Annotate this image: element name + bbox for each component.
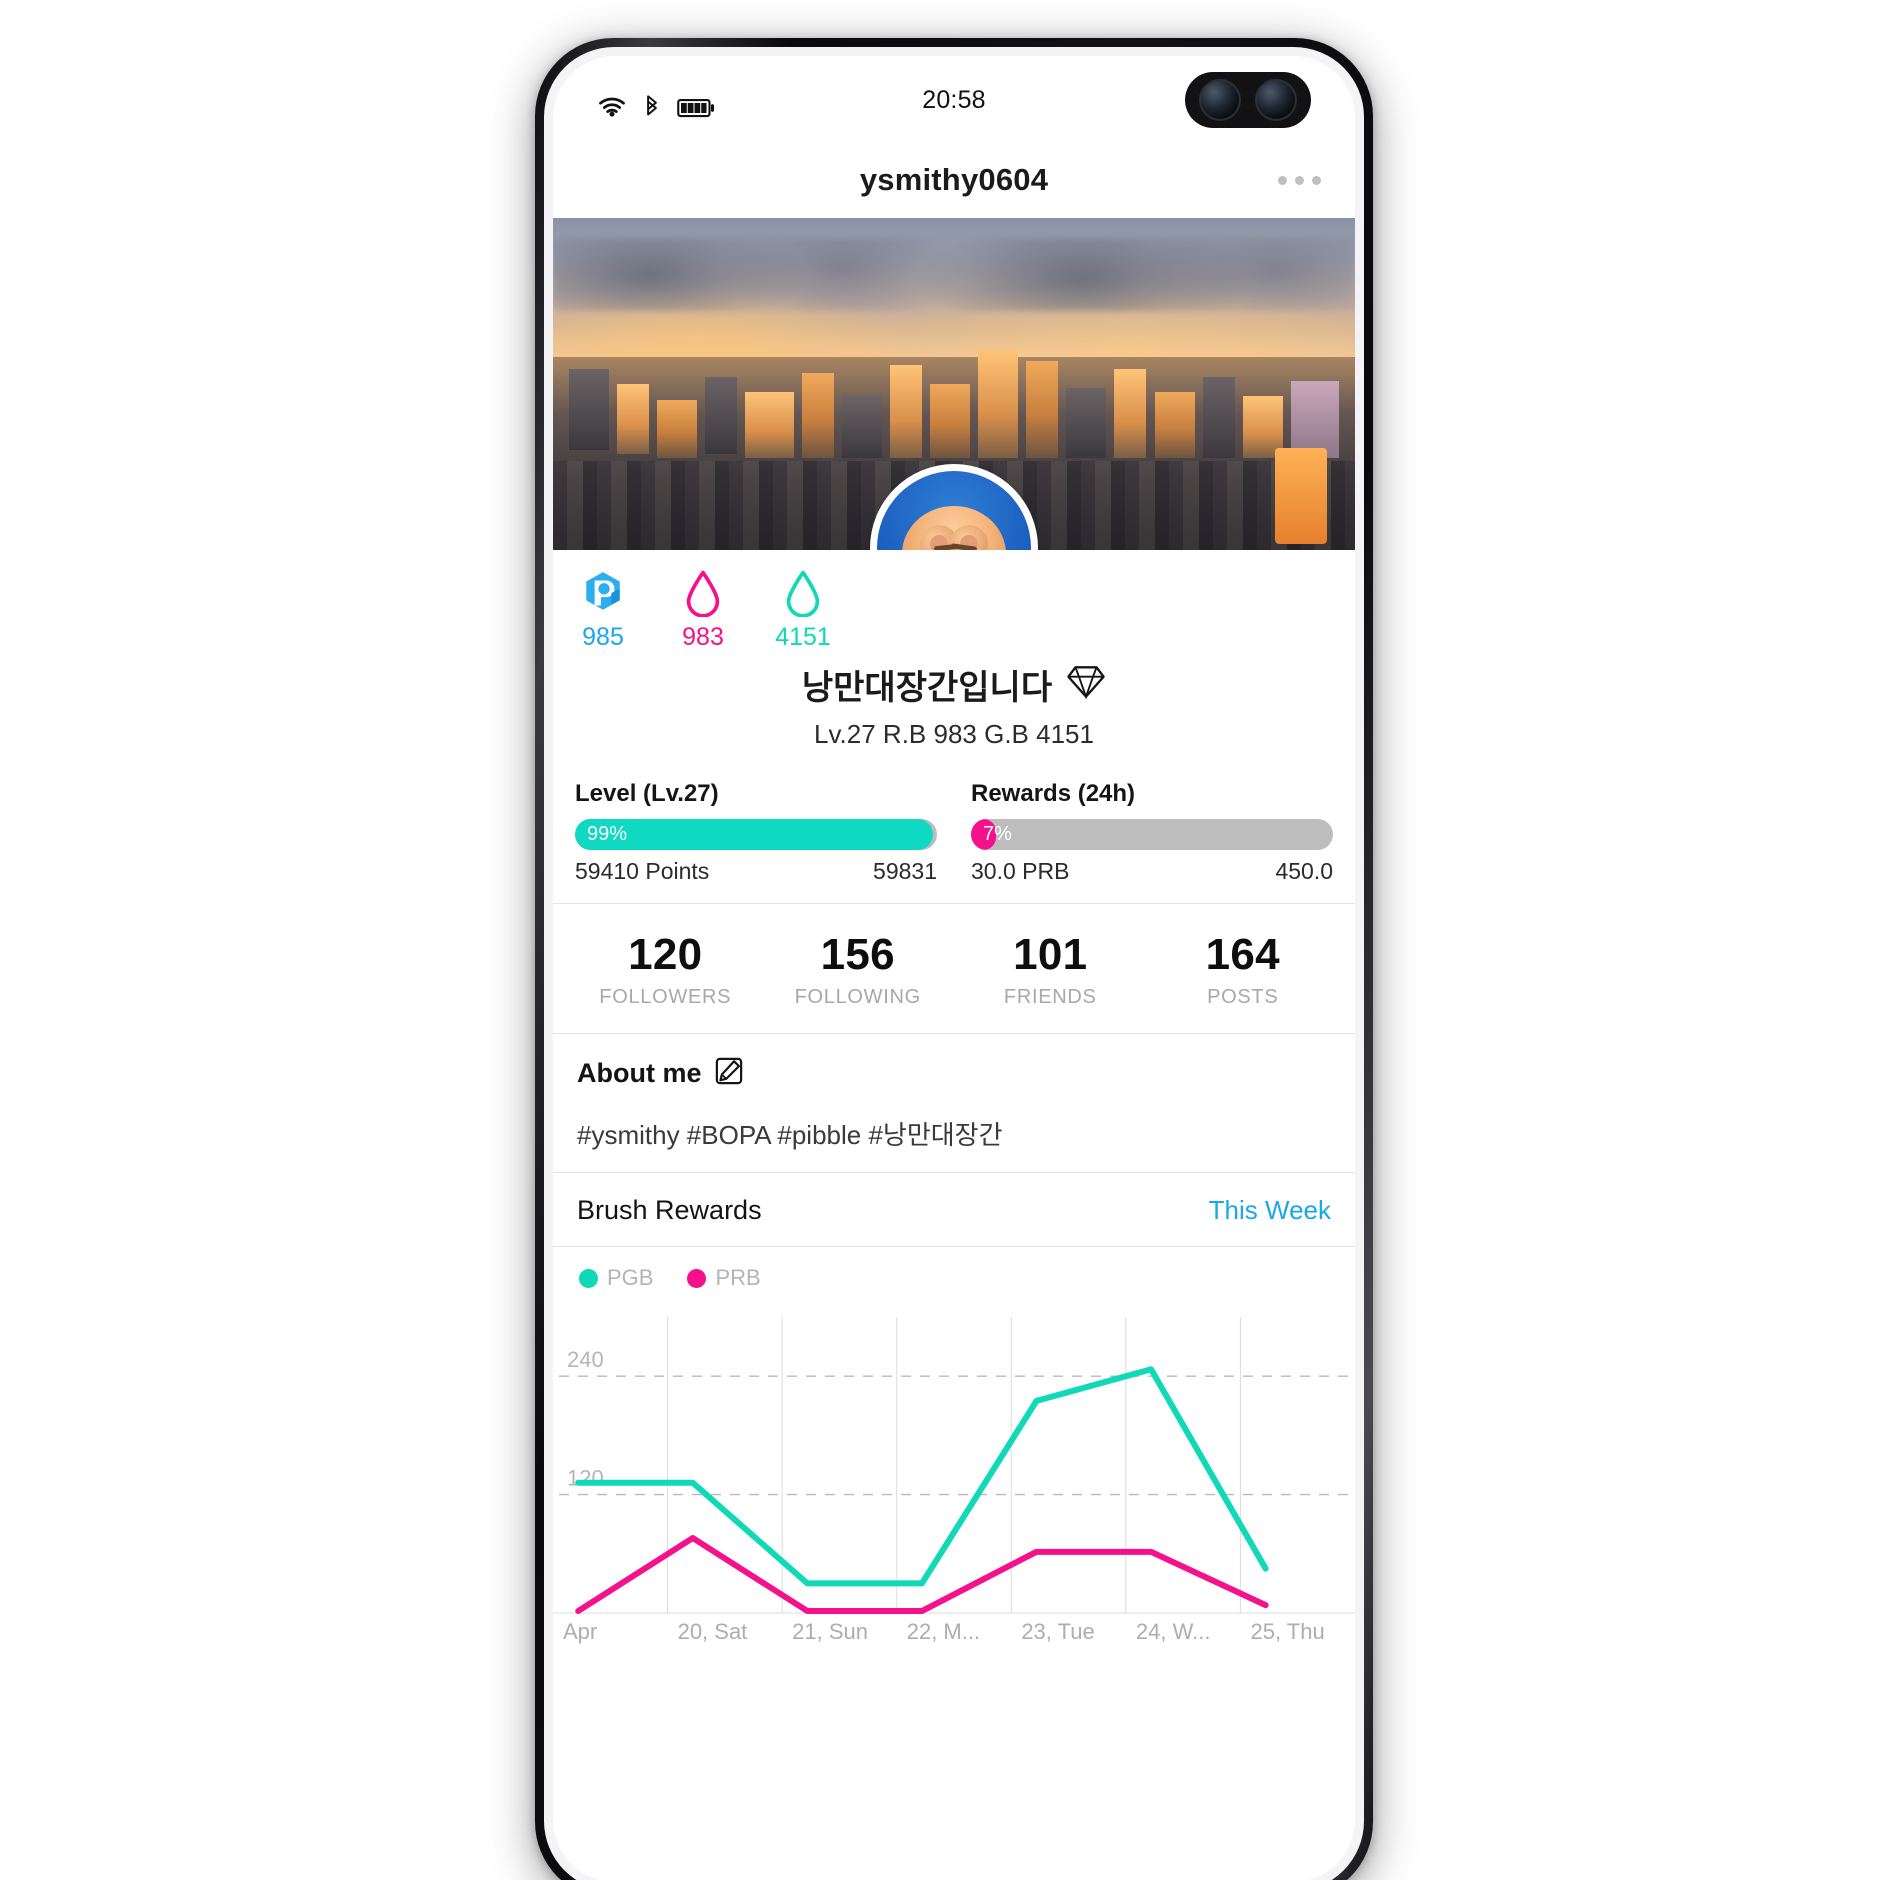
level-progress-track: 99%	[575, 819, 937, 850]
pibble-logo-icon	[553, 566, 653, 620]
legend-dot-prb	[687, 1268, 707, 1288]
rewards-progress-percent: 7%	[983, 823, 1012, 845]
stat-friends[interactable]: 101 FRIENDS	[954, 930, 1147, 1009]
profile-banner-image[interactable]	[553, 218, 1355, 550]
level-progress-card: Level (Lv.27) 99% 59410 Points 59831	[575, 780, 937, 885]
brush-rewards-period-link[interactable]: This Week	[1209, 1195, 1331, 1226]
badge-prb-value: 983	[682, 623, 724, 651]
camera-lens	[1199, 79, 1241, 121]
legend-dot-pgb	[579, 1268, 598, 1288]
about-me-title: About me	[577, 1058, 702, 1088]
rewards-progress-card: Rewards (24h) 7% 30.0 PRB 450.0	[971, 780, 1333, 885]
chart-x-label: 25, Thu	[1250, 1619, 1325, 1644]
chart-x-label: 24, W...	[1135, 1619, 1211, 1644]
avatar-image	[877, 471, 1031, 550]
legend-label-prb: PRB	[715, 1265, 761, 1290]
svg-text:120: 120	[567, 1466, 604, 1491]
chart-x-axis: Apr 20, Sat 21, Sun 22, M... 23, Tue 24, W...…	[553, 1619, 1355, 1645]
chart-x-label: Apr	[563, 1619, 598, 1644]
badge-pibble[interactable]: 985	[553, 566, 653, 652]
stat-following-label: FOLLOWING	[794, 986, 921, 1008]
camera-lens	[1255, 79, 1297, 121]
status-bar: 20:58	[553, 56, 1355, 142]
pgb-droplet-icon	[753, 566, 853, 620]
more-options-icon[interactable]	[1278, 175, 1321, 185]
display-name-row: 낭만대장간입니다	[553, 660, 1355, 709]
chart-canvas: 120 240	[553, 1317, 1355, 1615]
stat-posts[interactable]: 164 POSTS	[1147, 930, 1340, 1009]
brush-rewards-title: Brush Rewards	[577, 1195, 762, 1225]
stat-posts-value: 164	[1205, 930, 1280, 979]
stat-followers-value: 120	[628, 930, 703, 979]
phone-bezel: 20:58 ysmithy0604 985 983 4151 낭만대장간입니다 …	[544, 47, 1364, 1880]
prb-droplet-icon	[653, 566, 753, 620]
rewards-progress-track: 7%	[971, 819, 1333, 850]
stat-followers[interactable]: 120 FOLLOWERS	[569, 930, 762, 1009]
badge-prb[interactable]: 983	[653, 566, 753, 652]
badge-pgb[interactable]: 4151	[753, 566, 853, 652]
chart-legend: PGB PRB	[553, 1247, 1355, 1301]
rewards-current: 30.0 PRB	[971, 858, 1070, 884]
banner-clouds	[553, 237, 1355, 311]
legend-item-prb[interactable]: PRB	[687, 1265, 761, 1291]
app-header: ysmithy0604	[553, 142, 1355, 218]
profile-stats: 120 FOLLOWERS 156 FOLLOWING 101 FRIENDS …	[553, 904, 1355, 1033]
diamond-icon	[1066, 665, 1106, 704]
front-camera-cutout	[1185, 72, 1311, 128]
rewards-progress-title: Rewards (24h)	[971, 780, 1136, 807]
level-points-current: 59410 Points	[575, 858, 710, 884]
svg-text:240: 240	[567, 1347, 604, 1372]
level-summary: Lv.27 R.B 983 G.B 4151	[814, 719, 1094, 749]
stat-following-value: 156	[820, 930, 895, 979]
level-progress-percent: 99%	[587, 823, 628, 845]
stat-friends-label: FRIENDS	[1003, 986, 1097, 1008]
badge-pibble-value: 985	[582, 623, 624, 651]
brush-rewards-chart[interactable]: 120 240	[553, 1309, 1355, 1619]
stat-following[interactable]: 156 FOLLOWING	[762, 930, 955, 1009]
stat-followers-label: FOLLOWERS	[599, 986, 732, 1008]
stat-friends-value: 101	[1013, 930, 1088, 979]
stat-posts-label: POSTS	[1207, 986, 1279, 1008]
banner-sign	[1275, 448, 1327, 544]
level-progress-title: Level (Lv.27)	[575, 780, 719, 807]
rewards-progress-fill: 7%	[971, 819, 1012, 850]
legend-label-pgb: PGB	[607, 1265, 654, 1290]
screenshot-stage: 20:58 ysmithy0604 985 983 4151 낭만대장간입니다 …	[0, 0, 1880, 1880]
chart-x-label: 23, Tue	[1021, 1619, 1095, 1644]
edit-pencil-icon[interactable]	[714, 1056, 744, 1091]
bear-avatar-graphic	[902, 506, 1006, 550]
progress-section: Level (Lv.27) 99% 59410 Points 59831 Rew	[553, 750, 1355, 903]
rewards-target: 450.0	[1275, 858, 1333, 884]
badge-pgb-value: 4151	[775, 623, 831, 651]
page-title: ysmithy0604	[859, 162, 1049, 197]
phone-device-frame: 20:58 ysmithy0604 985 983 4151 낭만대장간입니다 …	[535, 38, 1373, 1880]
chart-x-label: 20, Sat	[677, 1619, 748, 1644]
phone-screen: 20:58 ysmithy0604 985 983 4151 낭만대장간입니다 …	[553, 56, 1355, 1880]
about-me-bio: #ysmithy #BOPA #pibble #낭만대장간	[577, 1120, 1003, 1150]
brush-rewards-header: Brush Rewards This Week	[553, 1173, 1355, 1246]
chart-x-label: 21, Sun	[792, 1619, 868, 1644]
chart-x-label: 22, M...	[906, 1619, 981, 1644]
level-progress-fill: 99%	[575, 819, 934, 850]
level-points-target: 59831	[873, 858, 937, 884]
legend-item-pgb[interactable]: PGB	[579, 1265, 653, 1291]
display-name: 낭만대장간입니다	[801, 669, 1053, 707]
about-me-section: About me #ysmithy #BOPA #pibble #낭만대장간	[553, 1034, 1355, 1172]
profile-badges: 985 983 4151	[553, 550, 1355, 658]
